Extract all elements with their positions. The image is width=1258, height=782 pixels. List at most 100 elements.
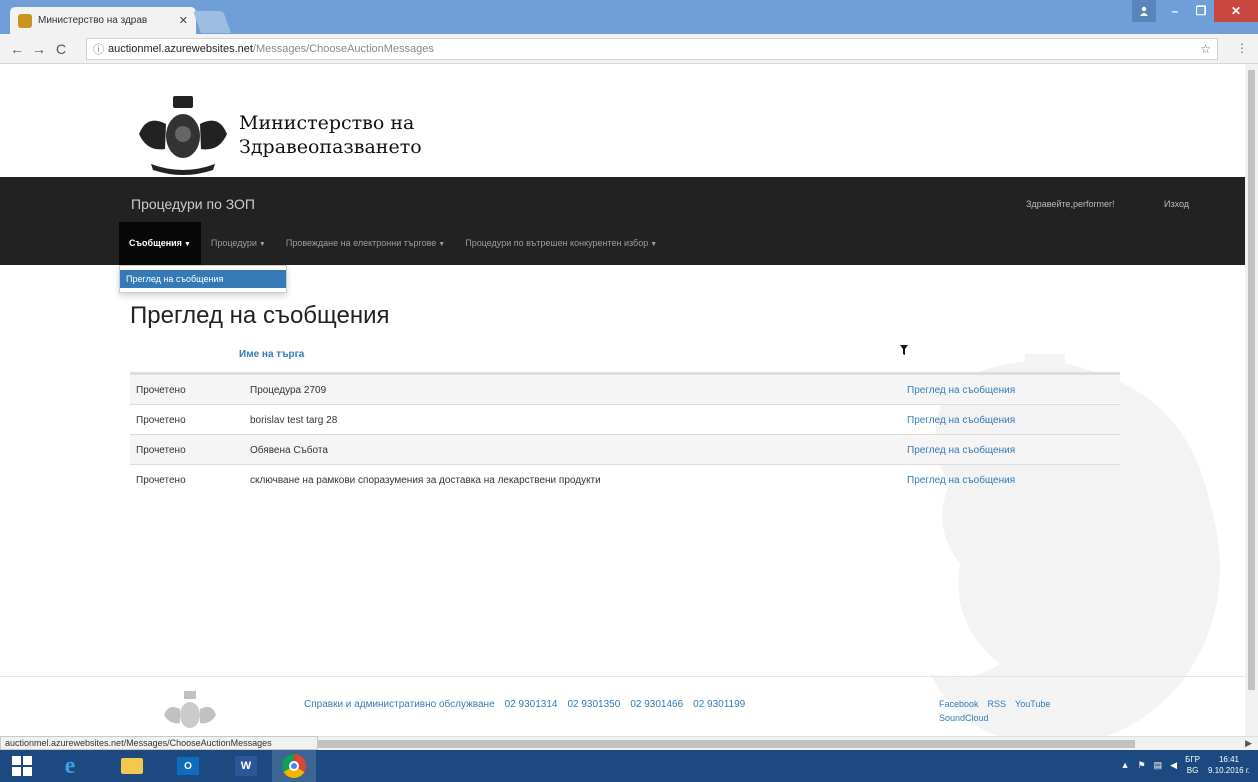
table-row: Прочетено Обявена Събота Преглед на съоб… xyxy=(130,434,1120,464)
messages-dropdown: Преглед на съобщения xyxy=(119,265,287,293)
url-path: /Messages/ChooseAuctionMessages xyxy=(252,43,434,55)
scroll-right-icon[interactable]: ▶ xyxy=(1245,738,1252,749)
taskbar-internet-explorer[interactable]: e xyxy=(48,750,92,782)
service-link[interactable]: Справки и административно обслужване xyxy=(304,699,495,710)
info-icon[interactable]: ⓘ xyxy=(93,41,104,57)
forward-icon[interactable]: → xyxy=(28,41,50,57)
youtube-link[interactable]: YouTube xyxy=(1015,699,1050,709)
view-messages-link[interactable]: Преглед на съобщения xyxy=(907,385,1015,396)
vertical-scroll-thumb[interactable] xyxy=(1248,70,1255,690)
taskbar-chrome[interactable] xyxy=(272,750,316,782)
browser-titlebar: Министерство на здрав ✕ – ❐ ✕ xyxy=(0,0,1258,34)
vertical-scrollbar[interactable] xyxy=(1245,64,1258,736)
tray-expand-icon[interactable]: ▲ xyxy=(1121,760,1130,770)
phone-link[interactable]: 02 9301199 xyxy=(693,699,745,710)
page-footer: Справки и административно обслужване 02 … xyxy=(0,676,1245,736)
row-status: Прочетено xyxy=(136,385,186,396)
view-messages-link[interactable]: Преглед на съобщения xyxy=(907,475,1015,486)
close-window-button[interactable]: ✕ xyxy=(1214,0,1258,22)
rss-link[interactable]: RSS xyxy=(988,699,1007,709)
outlook-icon: O xyxy=(177,757,199,775)
footer-contacts: Справки и административно обслужване 02 … xyxy=(304,699,745,710)
table-row: Прочетено borislav test targ 28 Преглед … xyxy=(130,404,1120,434)
facebook-link[interactable]: Facebook xyxy=(939,699,979,709)
network-icon[interactable]: ▤ xyxy=(1154,760,1163,771)
tab-title: Министерство на здрав xyxy=(38,15,148,26)
taskbar-file-explorer[interactable] xyxy=(110,750,154,782)
caret-down-icon: ▼ xyxy=(258,241,266,248)
caret-down-icon: ▼ xyxy=(650,241,658,248)
messages-table: Име на търга Прочетено Процедура 2709 Пр… xyxy=(130,340,1120,494)
social-links: Facebook RSS YouTube xyxy=(939,699,1050,709)
horizontal-scroll-thumb[interactable] xyxy=(318,740,1135,748)
browser-tab[interactable]: Министерство на здрав ✕ xyxy=(10,7,196,34)
maximize-button[interactable]: ❐ xyxy=(1188,0,1214,22)
dropdown-item-view-messages[interactable]: Преглед на съобщения xyxy=(120,270,286,288)
address-bar[interactable]: ⓘ auctionmel.azurewebsites.net /Messages… xyxy=(86,38,1218,60)
view-messages-link[interactable]: Преглед на съобщения xyxy=(907,445,1015,456)
ministry-logo[interactable]: Министерство на Здравеопазването xyxy=(133,94,422,176)
nav-item-label: Провеждане на електронни търгове xyxy=(285,238,437,248)
volume-icon[interactable]: ◀ xyxy=(1170,760,1177,771)
clock[interactable]: 16:41 9.10.2016 г. xyxy=(1208,754,1250,776)
nav-item-label: Процедури xyxy=(210,238,257,248)
user-profile-icon[interactable] xyxy=(1132,0,1156,22)
row-auction-name: сключване на рамкови споразумения за дос… xyxy=(250,475,601,486)
language-indicator[interactable]: БГР BG xyxy=(1185,754,1200,776)
reload-icon[interactable]: C xyxy=(50,41,72,57)
bookmark-star-icon[interactable]: ☆ xyxy=(1200,42,1211,56)
windows-logo-icon xyxy=(12,756,32,776)
caret-down-icon: ▼ xyxy=(183,241,191,248)
row-auction-name: Процедура 2709 xyxy=(250,385,327,396)
minimize-button[interactable]: – xyxy=(1162,0,1188,22)
word-icon: W xyxy=(235,756,257,776)
greeting-link[interactable]: Здравейте,performer! xyxy=(1026,199,1114,209)
flag-icon[interactable]: ⚑ xyxy=(1138,760,1146,771)
footer-coat-of-arms-icon xyxy=(164,691,216,728)
main-navbar: Процедури по ЗОП Здравейте,performer! Из… xyxy=(0,177,1245,265)
soundcloud-link[interactable]: SoundCloud xyxy=(939,713,989,723)
start-button[interactable] xyxy=(0,750,44,782)
row-status: Прочетено xyxy=(136,415,186,426)
phone-link[interactable]: 02 9301350 xyxy=(567,699,620,710)
nav-item-internal-selection[interactable]: Процедури по вътрешен конкурентен избор ▼ xyxy=(455,222,667,265)
taskbar-word[interactable]: W xyxy=(224,750,268,782)
ministry-name-line1: Министерство на xyxy=(239,112,415,134)
language-code: БГР xyxy=(1185,755,1201,764)
phone-link[interactable]: 02 9301466 xyxy=(630,699,683,710)
logout-link[interactable]: Изход xyxy=(1164,199,1189,209)
web-page: Министерство на Здравеопазването Процеду… xyxy=(0,64,1245,736)
filter-icon[interactable] xyxy=(900,345,908,355)
new-tab-button[interactable] xyxy=(192,11,232,33)
row-status: Прочетено xyxy=(136,475,186,486)
nav-item-messages[interactable]: Съобщения ▼ xyxy=(119,222,201,265)
table-row: Прочетено Процедура 2709 Преглед на съоб… xyxy=(130,374,1120,404)
browser-menu-icon[interactable]: ⋮ xyxy=(1236,41,1248,55)
nav-item-label: Процедури по вътрешен конкурентен избор xyxy=(465,238,649,248)
back-icon[interactable]: ← xyxy=(6,41,28,57)
tab-close-icon[interactable]: ✕ xyxy=(179,14,188,27)
status-bar-url: auctionmel.azurewebsites.net/Messages/Ch… xyxy=(0,736,318,750)
row-auction-name: Обявена Събота xyxy=(250,445,328,456)
nav-item-electronic-auctions[interactable]: Провеждане на електронни търгове ▼ xyxy=(276,222,455,265)
view-messages-link[interactable]: Преглед на съобщения xyxy=(907,415,1015,426)
table-body: Прочетено Процедура 2709 Преглед на съоб… xyxy=(130,374,1120,494)
url-host: auctionmel.azurewebsites.net xyxy=(108,43,253,55)
browser-toolbar: ← → C ⓘ auctionmel.azurewebsites.net /Me… xyxy=(0,34,1258,64)
phone-link[interactable]: 02 9301314 xyxy=(505,699,558,710)
ministry-name-line2: Здравеопазването xyxy=(239,136,422,158)
clock-date: 9.10.2016 г. xyxy=(1208,766,1250,775)
taskbar-outlook[interactable]: O xyxy=(166,750,210,782)
column-header-auction-name[interactable]: Име на търга xyxy=(239,349,304,360)
nav-item-procedures[interactable]: Процедури ▼ xyxy=(201,222,276,265)
language-region: BG xyxy=(1186,766,1199,775)
nav-item-label: Съобщения xyxy=(129,238,182,248)
page-title: Преглед на съобщения xyxy=(130,302,390,329)
clock-time: 16:41 xyxy=(1218,755,1240,764)
ministry-favicon-icon xyxy=(18,13,32,28)
row-status: Прочетено xyxy=(136,445,186,456)
table-header: Име на търга xyxy=(130,340,1120,374)
system-tray: ▲ ⚑ ▤ ◀ БГР BG 16:41 9.10.2016 г. xyxy=(1121,754,1250,776)
table-row: Прочетено сключване на рамкови споразуме… xyxy=(130,464,1120,494)
navbar-brand[interactable]: Процедури по ЗОП xyxy=(131,196,255,212)
